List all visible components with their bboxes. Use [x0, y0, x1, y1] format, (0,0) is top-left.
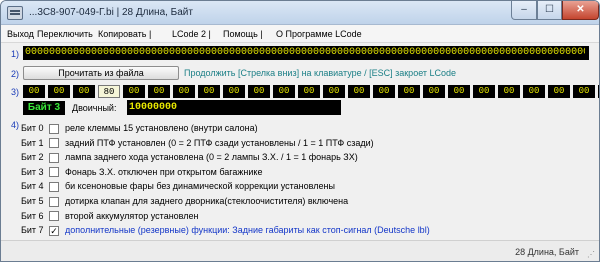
bit-label: Бит 7	[21, 225, 44, 236]
binary-label: Двоичный:	[72, 103, 117, 113]
hex-byte-cell[interactable]: 00	[323, 85, 345, 98]
maximize-button[interactable]: ☐	[537, 1, 562, 20]
hex-byte-cell[interactable]: 00	[348, 85, 370, 98]
bit-description: лампа заднего хода установлена (0 = 2 ла…	[65, 152, 358, 163]
bit-label: Бит 5	[21, 196, 44, 206]
menu-item-copy[interactable]: Копировать |	[98, 29, 151, 39]
keyboard-hint: Продолжить [Стрелка вниз] на клавиатуре …	[184, 68, 457, 78]
hex-byte-cell[interactable]: 00	[498, 85, 520, 98]
hex-byte-cell[interactable]: 00	[73, 85, 95, 98]
row-number-1: 1)	[11, 49, 20, 59]
app-icon	[7, 6, 23, 20]
bit-description: Фонарь З.Х. отключен при открытом багажн…	[65, 166, 263, 177]
resize-grip-icon[interactable]: ⋰	[587, 250, 597, 260]
bit-label: Бит 0	[21, 123, 44, 133]
close-button[interactable]: ✕	[562, 1, 599, 20]
hex-byte-cell[interactable]: 00	[23, 85, 45, 98]
window-title: ...3C8-907-049-Г.bi | 28 Длина, Байт	[29, 7, 193, 18]
row-number-2: 2)	[11, 69, 20, 79]
main-window: ...3C8-907-049-Г.bi | 28 Длина, Байт – ☐…	[0, 0, 600, 262]
bit-description: второй аккумулятор установлен	[65, 210, 199, 221]
hex-byte-cell[interactable]: 00	[548, 85, 570, 98]
menu-item-switch[interactable]: Переключить	[37, 29, 93, 39]
hex-byte-cell[interactable]: 00	[573, 85, 595, 98]
bit-label: Бит 4	[21, 181, 44, 192]
status-text: 28 Длина, Байт	[515, 247, 579, 257]
row-number-3: 3)	[11, 87, 20, 97]
hex-byte-cell[interactable]: 00	[398, 85, 420, 98]
hex-byte-cell[interactable]: 00	[248, 85, 270, 98]
hex-byte-cell[interactable]: 00	[148, 85, 170, 98]
menu-bar: Выход Переключить Копировать | LCode 2 |…	[1, 25, 599, 43]
bit-description: задний ПТФ установлен (0 = 2 ПТФ сзади у…	[65, 137, 374, 148]
bit-label: Бит 1	[21, 137, 44, 148]
row-number-4: 4)	[11, 120, 20, 130]
binary-value-field: 10000000	[127, 100, 341, 115]
hex-byte-cell[interactable]: 80	[98, 85, 120, 98]
bit-checkbox[interactable]	[49, 181, 59, 192]
bit-description: реле клеммы 15 установлено (внутри салон…	[65, 123, 258, 133]
hex-byte-cell[interactable]: 00	[273, 85, 295, 98]
bit-description: би ксеноновые фары без динамической корр…	[65, 181, 335, 192]
coding-string-text: 0000000000000000000000000000000000000000…	[25, 47, 585, 58]
bit-description: дотирка клапан для заднего дворника(стек…	[65, 196, 349, 206]
minimize-button[interactable]: –	[511, 1, 537, 20]
menu-item-about[interactable]: О Программе LCode	[276, 29, 362, 39]
hex-byte-cell[interactable]: 00	[523, 85, 545, 98]
menu-item-exit[interactable]: Выход	[7, 29, 34, 39]
status-bar: 28 Длина, Байт ⋰	[1, 240, 599, 261]
bit-label: Бит 3	[21, 166, 44, 177]
bit-checkbox[interactable]	[49, 152, 59, 163]
hex-byte-cell[interactable]: 00	[48, 85, 70, 98]
bit-checkbox[interactable]	[49, 123, 59, 134]
bit-checkbox[interactable]	[49, 211, 59, 222]
hex-byte-cell[interactable]: 00	[373, 85, 395, 98]
menu-item-lcode2[interactable]: LCode 2 |	[172, 29, 211, 39]
title-bar[interactable]: ...3C8-907-049-Г.bi | 28 Длина, Байт – ☐…	[1, 1, 599, 25]
bit-checkbox[interactable]	[49, 167, 59, 178]
bit-description: дополнительные (резервные) функции: Задн…	[65, 225, 430, 236]
bit-label: Бит 2	[21, 152, 44, 163]
bit-checkbox[interactable]	[49, 196, 59, 207]
hex-byte-cell[interactable]: 00	[298, 85, 320, 98]
hex-byte-cell[interactable]: 00	[223, 85, 245, 98]
hex-byte-cell[interactable]: 00	[448, 85, 470, 98]
hex-byte-cell[interactable]: 00	[423, 85, 445, 98]
bit-checkbox[interactable]	[49, 138, 59, 149]
coding-string-field[interactable]: 0000000000000000000000000000000000000000…	[23, 46, 589, 60]
hex-byte-cell[interactable]: 00	[123, 85, 145, 98]
bit-label: Бит 6	[21, 210, 44, 221]
hex-byte-cell[interactable]: 00	[173, 85, 195, 98]
menu-item-help[interactable]: Помощь |	[223, 29, 263, 39]
hex-byte-cell[interactable]: 00	[198, 85, 220, 98]
selected-byte-label: Байт 3	[23, 101, 65, 115]
read-from-file-button[interactable]: Прочитать из файла	[23, 66, 179, 80]
bit-checkbox[interactable]: ✓	[49, 225, 59, 236]
hex-byte-cell[interactable]: 00	[473, 85, 495, 98]
